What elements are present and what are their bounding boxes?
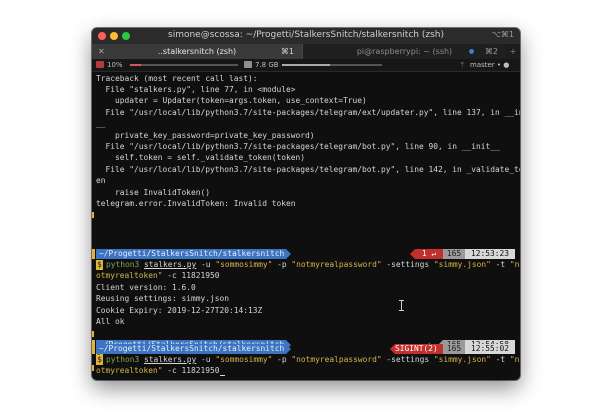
memory-usage-bar xyxy=(282,64,382,66)
mouse-ibeam-cursor xyxy=(399,300,404,311)
tab-label: ..stalkersnitch (zsh) xyxy=(157,47,237,56)
prompt-mark xyxy=(92,249,95,259)
tab-bar: ✕ ..stalkersnitch (zsh) ⌘1 pi@raspberryp… xyxy=(92,44,520,59)
window-shortcut: ⌥⌘1 xyxy=(491,30,514,39)
prompt-symbol: $ xyxy=(96,260,103,270)
title-bar[interactable]: simone@scossa: ~/Progetti/StalkersSnitch… xyxy=(92,28,520,44)
memory-icon xyxy=(244,61,252,68)
terminal-line: self.token = self._validate_token(token) xyxy=(96,153,306,162)
text-cursor xyxy=(219,375,225,376)
command-line: $ python3 stalkers.py -u "sommosimmy" -p… xyxy=(92,260,520,270)
command-text: python3 stalkers.py -u "sommosimmy" -p "… xyxy=(106,355,520,364)
close-tab-icon[interactable]: ✕ xyxy=(98,44,105,59)
terminal-line: raise InvalidToken() xyxy=(96,188,211,197)
memory-usage-fill xyxy=(282,64,330,66)
terminal-line: __ xyxy=(96,119,106,128)
prompt-path: ~/Progetti/StalkersSnitch/stalkersnitch xyxy=(96,344,292,354)
exit-status-badge: SIGINT(2) ↵ xyxy=(395,344,448,354)
terminal-line: Traceback (most recent call last): xyxy=(96,74,258,83)
prompt-mark xyxy=(92,344,95,354)
prompt-time: 12:53:23 xyxy=(465,249,515,259)
tab-shortcut: ⌘2 xyxy=(484,47,498,56)
prompt-line: ~/Progetti/StalkersSnitch/stalkersnitch … xyxy=(92,344,520,354)
terminal-line: File "/usr/local/lib/python3.7/site-pack… xyxy=(96,142,500,151)
terminal-window: simone@scossa: ~/Progetti/StalkersSnitch… xyxy=(92,28,520,380)
history-count: 165 xyxy=(443,344,465,354)
git-branch-icon: ᛘ xyxy=(460,61,465,69)
terminal-line: updater = Updater(token=args.token, use_… xyxy=(96,96,367,105)
command-text-wrap: otmyrealtoken" -c 11821950 xyxy=(96,271,220,280)
tab-stalkersnitch[interactable]: ✕ ..stalkersnitch (zsh) ⌘1 xyxy=(92,44,302,59)
window-title: simone@scossa: ~/Progetti/StalkersSnitch… xyxy=(168,30,444,40)
git-branch: master • ● xyxy=(470,61,510,69)
prompt-line: ~/Progetti/StalkersSnitch/stalkersnitch … xyxy=(92,249,520,259)
terminal-line: private_key_password=private_key_passwor… xyxy=(96,131,315,140)
cpu-icon xyxy=(96,61,104,68)
cpu-usage-fill xyxy=(130,64,141,66)
history-count: 165 xyxy=(443,249,465,259)
terminal-line: telegram.error.InvalidToken: Invalid tok… xyxy=(96,199,296,208)
new-tab-button[interactable]: + xyxy=(506,44,520,59)
terminal-line: File "stalkers.py", line 77, in <module> xyxy=(96,85,296,94)
terminal-line: All ok xyxy=(96,317,125,326)
tab-label: pi@raspberrypi: ~ (ssh) xyxy=(356,47,453,56)
activity-dot-icon xyxy=(469,49,474,54)
terminal-line: en xyxy=(96,176,106,185)
prompt-symbol: $ xyxy=(96,355,103,365)
prompt-marker xyxy=(92,329,520,339)
cpu-usage-bar xyxy=(130,64,238,66)
command-text: python3 stalkers.py -u "sommosimmy" -p "… xyxy=(106,260,520,269)
terminal-line: Reusing settings: simmy.json xyxy=(96,294,230,303)
memory-usage: 7.8 GB xyxy=(255,61,279,69)
command-text-wrap: otmyrealtoken" -c 11821950 xyxy=(96,366,225,376)
prompt-marker xyxy=(92,210,520,220)
terminal-output[interactable]: Traceback (most recent call last): File … xyxy=(92,72,520,380)
tab-shortcut: ⌘1 xyxy=(280,47,294,56)
terminal-line: Client version: 1.6.0 xyxy=(96,283,196,292)
tab-raspberrypi[interactable]: pi@raspberrypi: ~ (ssh) ⌘2 xyxy=(302,44,506,59)
terminal-line: File "/usr/local/lib/python3.7/site-pack… xyxy=(96,165,521,174)
cpu-usage: 10% xyxy=(107,61,123,69)
terminal-line: File "/usr/local/lib/python3.7/site-pack… xyxy=(96,108,521,117)
exit-status-badge: 1 ↵ xyxy=(415,249,443,259)
prompt-time: 12:55:02 xyxy=(465,344,515,354)
last-prompt-region: ~/Progetti/StalkersSnitch/stalkersnitch … xyxy=(92,344,520,380)
prompt-path: ~/Progetti/StalkersSnitch/stalkersnitch xyxy=(96,249,292,259)
command-line: $ python3 stalkers.py -u "sommosimmy" -p… xyxy=(92,355,520,365)
terminal-line: Cookie Expiry: 2019-12-27T20:14:13Z xyxy=(96,306,263,315)
status-bar: 10% 7.8 GB ᛘ master • ● xyxy=(92,59,520,72)
